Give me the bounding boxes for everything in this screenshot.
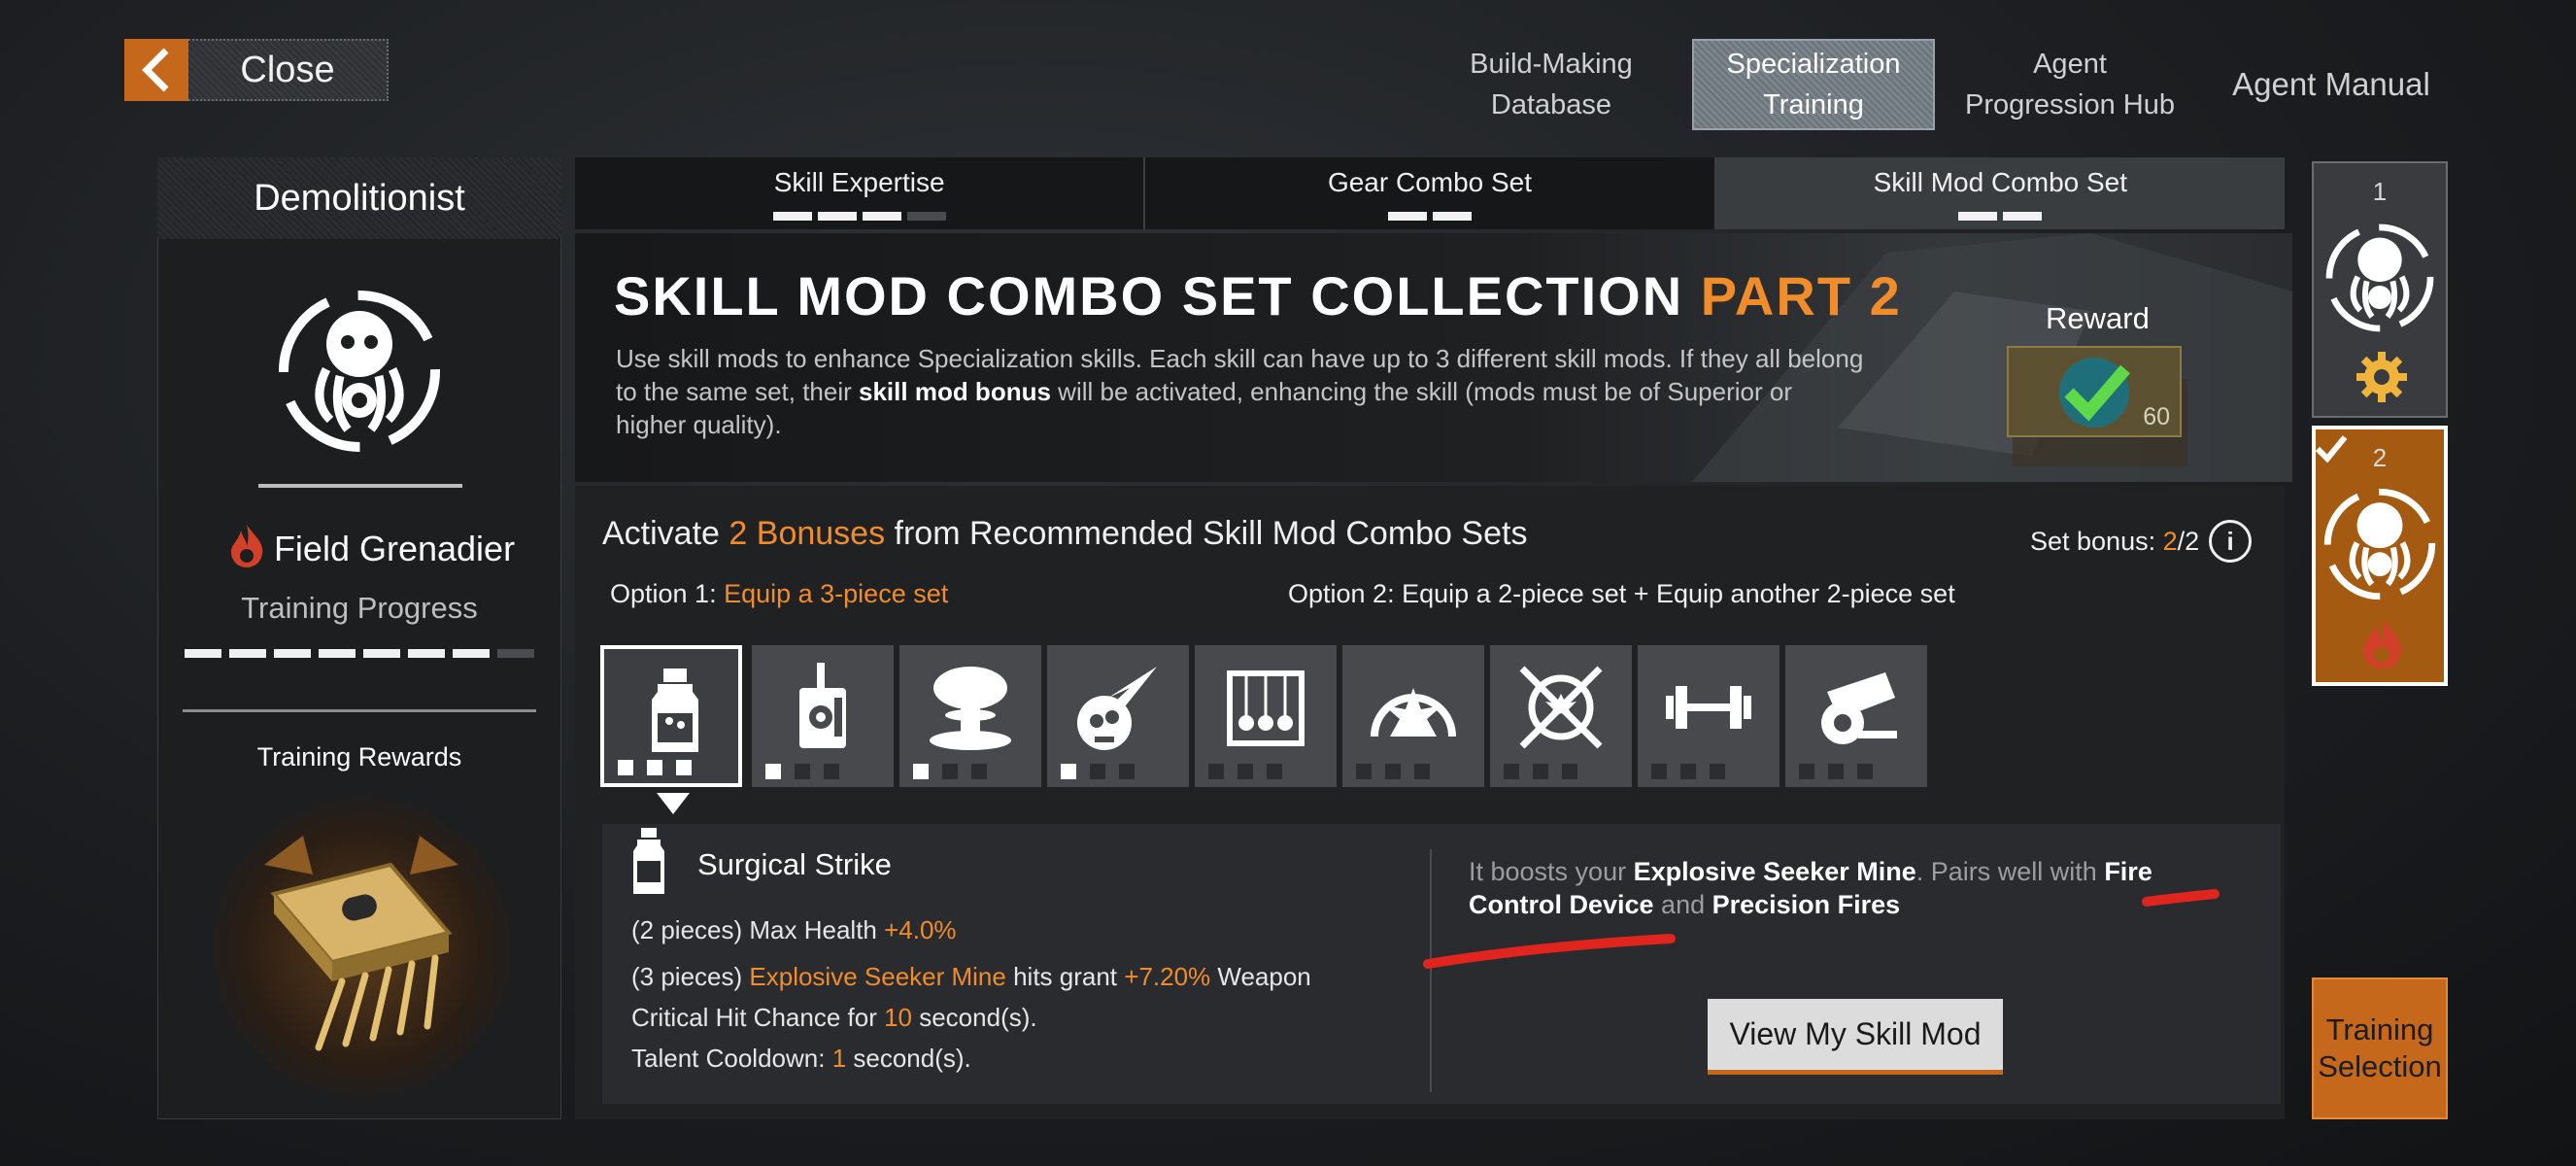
mod-set-4[interactable] <box>1047 645 1189 787</box>
tab-skill-mod-combo-set[interactable]: Skill Mod Combo Set <box>1715 157 2285 229</box>
tab-progress <box>1387 211 1472 221</box>
tab-progress <box>772 211 946 221</box>
reward-label: Reward <box>2046 301 2150 335</box>
dumbbell-icon <box>1666 686 1751 729</box>
set-bonus-counter: Set bonus: 2/2 i <box>2030 520 2253 563</box>
reward-amount: 60 <box>2143 403 2170 430</box>
banner-description: Use skill mods to enhance Specialization… <box>616 344 1864 439</box>
view-my-skill-mod-button[interactable]: View My Skill Mod <box>1708 999 2003 1075</box>
divider <box>1430 849 1432 1092</box>
training-rewards-label: Training Rewards <box>256 742 462 772</box>
set-progress <box>913 764 987 779</box>
bonus-2-pieces: (2 pieces) Max Health +4.0% <box>631 915 957 944</box>
talent-cooldown: Talent Cooldown: 1 second(s). <box>631 1044 971 1073</box>
set-progress <box>1799 764 1873 779</box>
tab-progress <box>1958 211 2043 221</box>
set-progress <box>1208 764 1282 779</box>
flame-icon <box>227 523 266 574</box>
mod-set-surgical-strike[interactable] <box>600 645 742 787</box>
mod-set-name: Surgical Strike <box>697 847 892 881</box>
mod-set-7[interactable] <box>1490 645 1632 787</box>
specialization-name-row: Field Grenadier <box>216 523 526 574</box>
option-2: Option 2: Equip a 2-piece set + Equip an… <box>1288 579 1955 608</box>
bonus-3-pieces: (3 pieces) Explosive Seeker Mine hits gr… <box>631 962 1311 991</box>
info-icon[interactable]: i <box>2209 520 2253 563</box>
newtons-cradle-icon <box>1227 670 1305 746</box>
mod-set-5[interactable] <box>1195 645 1337 787</box>
cannon-icon <box>1821 672 1897 744</box>
mod-set-6[interactable] <box>1342 645 1484 787</box>
flaming-skull-icon <box>1077 667 1157 750</box>
set-progress <box>1356 764 1430 779</box>
checkmark-icon <box>2315 435 2348 463</box>
training-stage-1[interactable]: 1 <box>2312 161 2448 418</box>
demolitionist-emblem-icon <box>2323 488 2436 600</box>
pairs-well-text: It boosts your Explosive Seeker Mine. Pa… <box>1469 857 2152 919</box>
tab-skill-expertise[interactable]: Skill Expertise <box>575 157 1146 229</box>
nav-build-making-database[interactable]: Build-Making Database <box>1443 39 1659 130</box>
close-button[interactable]: Close <box>124 39 389 101</box>
set-progress <box>1504 764 1577 779</box>
mushroom-cloud-icon <box>930 667 1011 750</box>
reward-item[interactable]: 60 <box>2007 346 2182 437</box>
option-1: Option 1: Equip a 3-piece set <box>610 579 949 608</box>
crosshair-burst-icon <box>1519 666 1603 749</box>
explosion-dome-icon <box>1371 688 1456 737</box>
stage-number: 1 <box>2372 177 2388 206</box>
tab-label: Gear Combo Set <box>1327 166 1533 197</box>
set-progress <box>618 760 692 775</box>
mod-set-2[interactable] <box>752 645 894 787</box>
tab-label: Skill Mod Combo Set <box>1873 166 2128 197</box>
specialization-title: Demolitionist <box>157 157 561 239</box>
divider <box>258 484 462 488</box>
training-stage-2[interactable]: 2 <box>2312 426 2448 686</box>
nav-specialization-training[interactable]: Specialization Training <box>1692 39 1935 130</box>
training-selection-button[interactable]: Training Selection <box>2312 977 2448 1119</box>
divider <box>183 709 536 712</box>
flame-icon <box>2362 617 2401 669</box>
back-arrow-icon <box>124 39 188 101</box>
specialization-name: Field Grenadier <box>273 528 516 568</box>
bonus-3-pieces-cont: Critical Hit Chance for 10 second(s). <box>631 1003 1037 1032</box>
mod-set-8[interactable] <box>1638 645 1779 787</box>
tab-label: Skill Expertise <box>773 166 945 197</box>
demolitionist-emblem-icon <box>2325 223 2434 332</box>
activate-bonuses-title: Activate 2 Bonuses from Recommended Skil… <box>602 515 1528 552</box>
set-progress <box>1651 764 1725 779</box>
set-progress <box>765 764 839 779</box>
sub-tabs: Skill Expertise Gear Combo Set Skill Mod… <box>575 157 2285 229</box>
training-progress-bar <box>185 649 534 658</box>
demolitionist-emblem-icon <box>272 284 447 463</box>
bottle-icon <box>652 669 698 752</box>
set-progress <box>1061 764 1135 779</box>
bottle-icon <box>629 826 668 901</box>
tab-gear-combo-set[interactable]: Gear Combo Set <box>1145 157 1716 229</box>
training-progress-label: Training Progress <box>241 591 478 625</box>
mod-chip-reward-icon <box>245 826 478 1064</box>
selected-indicator-icon <box>657 793 690 821</box>
nav-agent-manual[interactable]: Agent Manual <box>2219 39 2444 130</box>
banner-title: SKILL MOD COMBO SET COLLECTION PART 2 <box>614 265 1902 326</box>
radio-device-icon <box>799 663 846 748</box>
gear-icon <box>2356 352 2407 402</box>
close-label: Close <box>188 39 389 101</box>
mod-set-9[interactable] <box>1785 645 1927 787</box>
mod-set-3[interactable] <box>899 645 1041 787</box>
nav-agent-progression-hub[interactable]: Agent Progression Hub <box>1962 39 2178 130</box>
